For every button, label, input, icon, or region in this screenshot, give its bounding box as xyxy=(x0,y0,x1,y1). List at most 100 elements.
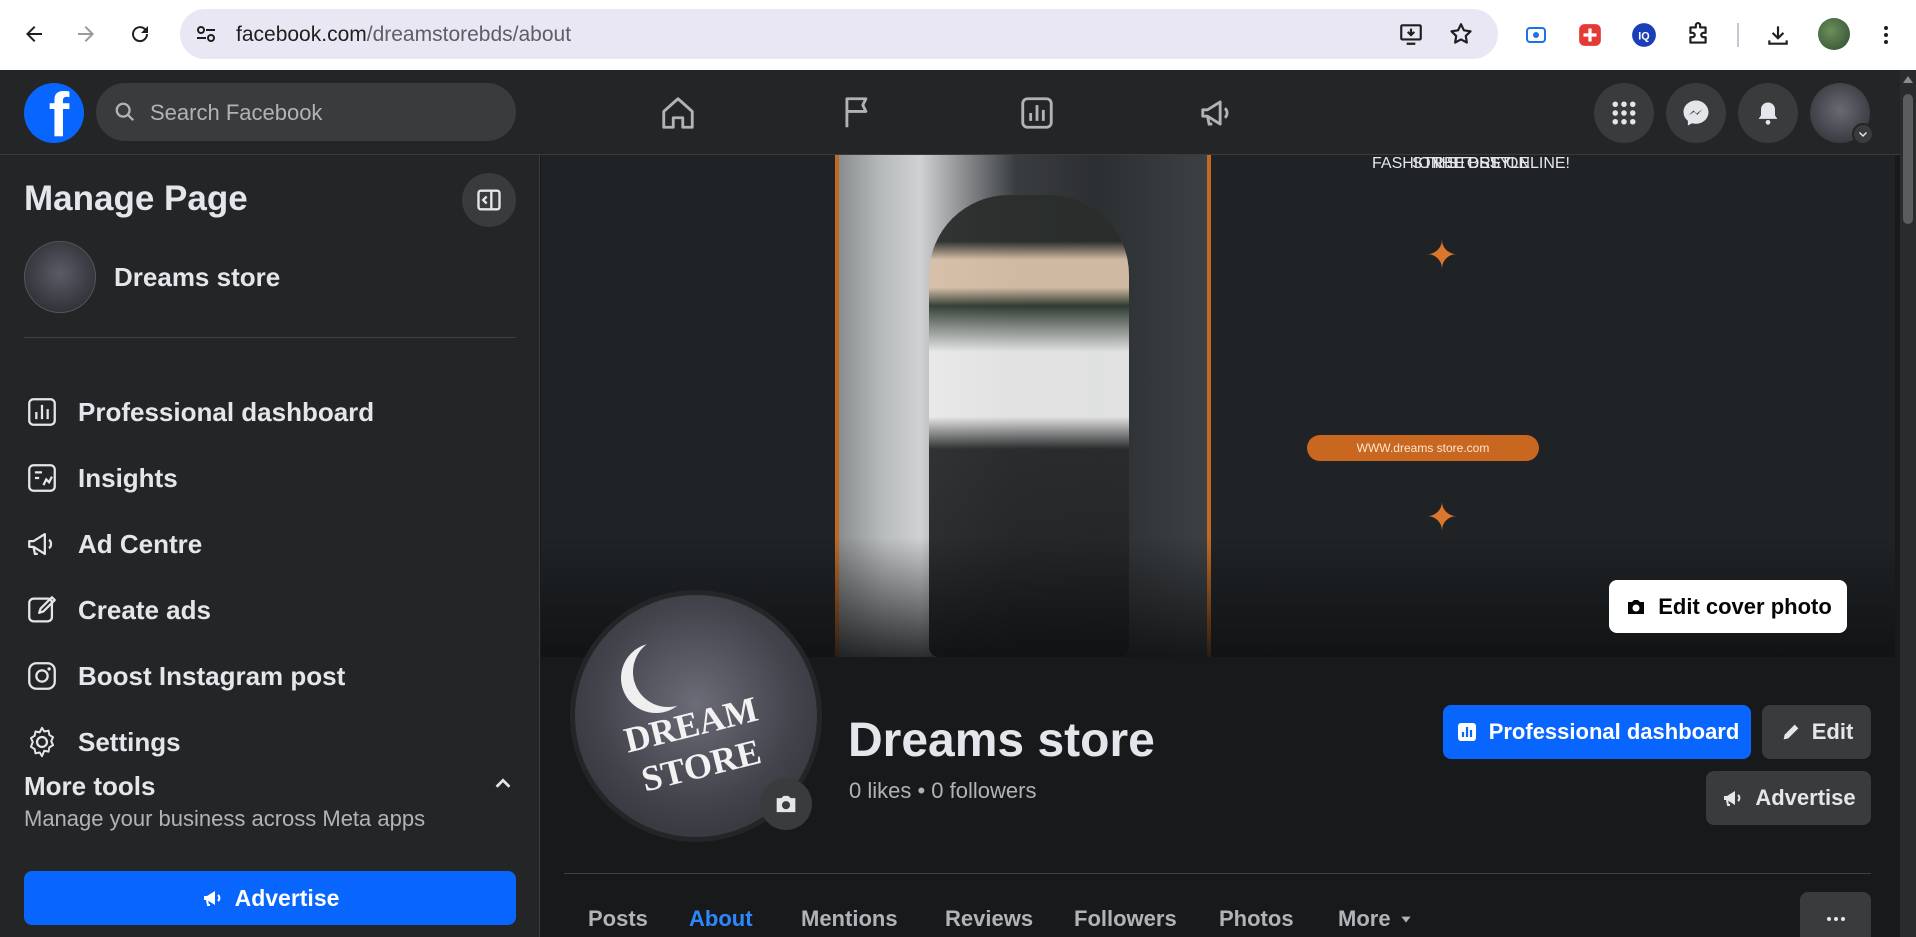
tab-more[interactable]: More xyxy=(1338,906,1413,932)
tab-followers[interactable]: Followers xyxy=(1074,906,1177,932)
reload-button[interactable] xyxy=(120,14,160,54)
edit-page-button[interactable]: Edit xyxy=(1762,705,1871,759)
sidebar-item-label: Professional dashboard xyxy=(78,396,375,427)
sidebar-item-label: Create ads xyxy=(78,594,211,625)
tab-more-label: More xyxy=(1338,906,1391,931)
tab-posts[interactable]: Posts xyxy=(588,906,648,932)
moon-logo-shape xyxy=(633,637,703,707)
bookmark-star-icon[interactable] xyxy=(1448,21,1474,47)
more-tools-subtitle: Manage your business across Meta apps xyxy=(24,806,426,831)
insights-chart-icon xyxy=(1021,97,1053,129)
search-facebook-input[interactable]: Search Facebook xyxy=(96,83,516,141)
ellipsis-icon xyxy=(1826,917,1845,921)
bell-icon xyxy=(1758,102,1778,125)
chevron-up-icon[interactable] xyxy=(492,773,514,800)
messenger-button[interactable] xyxy=(1666,83,1726,143)
sidebar-item-ad-centre[interactable]: Ad Centre xyxy=(24,515,516,573)
reload-icon xyxy=(132,26,149,43)
messenger-icon xyxy=(1683,100,1709,126)
scroll-up-arrow-icon[interactable] xyxy=(1903,76,1913,83)
address-bar[interactable]: facebook.com/dreamstorebds/about xyxy=(180,9,1498,59)
install-app-icon[interactable] xyxy=(1398,21,1424,47)
notifications-button[interactable] xyxy=(1738,83,1798,143)
facebook-logo-icon[interactable]: f xyxy=(24,83,84,143)
tab-reviews[interactable]: Reviews xyxy=(945,906,1033,932)
search-placeholder: Search Facebook xyxy=(150,100,323,125)
sidebar-item-label: Ad Centre xyxy=(78,528,203,559)
cover-website-pill: WWW.dreams store.com xyxy=(1307,435,1539,461)
megaphone-icon xyxy=(203,891,220,906)
browser-profile-avatar[interactable] xyxy=(1818,18,1850,50)
toolbar-divider xyxy=(1737,23,1739,47)
megaphone-icon xyxy=(1201,100,1229,126)
sidebar-advertise-button[interactable]: Advertise xyxy=(24,871,516,925)
update-profile-picture-button[interactable] xyxy=(760,778,812,830)
flag-icon xyxy=(845,97,868,128)
nav-dashboard-button[interactable] xyxy=(1012,90,1062,136)
nav-ads-button[interactable] xyxy=(1192,90,1242,136)
scrollbar-thumb[interactable] xyxy=(1903,94,1913,224)
manage-page-sidebar: Manage Page Dreams store Professional da… xyxy=(0,155,540,937)
gear-icon xyxy=(24,724,60,760)
megaphone-icon xyxy=(24,526,60,562)
instagram-icon xyxy=(24,658,60,694)
downloads-icon[interactable] xyxy=(1760,17,1796,53)
camera-icon xyxy=(1628,599,1645,614)
pencil-square-icon xyxy=(24,592,60,628)
page-likes-followers[interactable]: 0 likes • 0 followers xyxy=(849,778,1036,804)
sidebar-item-insights[interactable]: Insights xyxy=(24,449,516,507)
extension-iq-icon[interactable]: IQ xyxy=(1626,17,1662,53)
url-path: /dreamstorebds/about xyxy=(366,23,572,46)
edit-label: Edit xyxy=(1811,719,1854,744)
forward-button[interactable] xyxy=(66,14,106,54)
sidebar-item-boost-instagram-post[interactable]: Boost Instagram post xyxy=(24,647,516,705)
extensions-puzzle-icon[interactable] xyxy=(1680,17,1716,53)
collapse-sidebar-button[interactable] xyxy=(462,173,516,227)
sidebar-item-create-ads[interactable]: Create ads xyxy=(24,581,516,639)
sparkle-icon: ✦ xyxy=(1426,235,1458,277)
sidebar-title: Manage Page xyxy=(24,179,248,218)
camera-icon xyxy=(776,795,796,813)
sidebar-item-label: Insights xyxy=(78,462,178,493)
menu-button[interactable] xyxy=(1594,83,1654,143)
tab-mentions[interactable]: Mentions xyxy=(801,906,898,932)
advertise-label: Advertise xyxy=(1755,785,1856,810)
grid-menu-icon xyxy=(1612,101,1636,125)
nav-home-button[interactable] xyxy=(653,90,703,136)
svg-text:IQ: IQ xyxy=(1638,30,1649,42)
sidebar-item-label: Settings xyxy=(78,726,181,757)
browser-menu-icon[interactable] xyxy=(1868,17,1904,53)
account-avatar-button[interactable] xyxy=(1810,83,1874,145)
sidebar-item-label: Boost Instagram post xyxy=(78,660,346,691)
sidebar-item-professional-dashboard[interactable]: Professional dashboard xyxy=(24,383,516,441)
browser-toolbar: facebook.com/dreamstorebds/about IQ xyxy=(0,0,1916,70)
tab-photos[interactable]: Photos xyxy=(1219,906,1294,932)
page-scrollbar[interactable] xyxy=(1900,70,1916,937)
chevron-down-icon xyxy=(1852,123,1874,145)
page-title: Dreams store xyxy=(848,714,1155,767)
megaphone-icon xyxy=(1724,791,1741,806)
facebook-top-nav: f Search Facebook xyxy=(0,70,1900,155)
nav-pages-button[interactable] xyxy=(833,90,883,136)
back-arrow-icon xyxy=(26,26,42,42)
advertise-button[interactable]: Advertise xyxy=(1706,771,1871,825)
extension-red-icon[interactable] xyxy=(1572,17,1608,53)
sparkle-icon: ✦ xyxy=(1426,497,1458,539)
tab-about[interactable]: About xyxy=(689,906,753,932)
sidebar-advertise-label: Advertise xyxy=(234,884,340,911)
edit-cover-photo-button[interactable]: Edit cover photo xyxy=(1609,580,1847,633)
professional-dashboard-button[interactable]: Professional dashboard xyxy=(1443,705,1751,759)
sidebar-item-settings[interactable]: Settings xyxy=(24,713,516,771)
pencil-icon xyxy=(1783,724,1799,740)
back-button[interactable] xyxy=(14,14,54,54)
dashboard-icon xyxy=(24,394,60,430)
more-options-button[interactable] xyxy=(1800,892,1871,937)
caret-down-icon xyxy=(1400,916,1411,923)
site-settings-icon[interactable] xyxy=(194,22,218,46)
extension-screencast-icon[interactable] xyxy=(1518,17,1554,53)
sidebar-page-switcher[interactable]: Dreams store xyxy=(24,241,280,313)
insights-icon xyxy=(24,460,60,496)
tabs-divider xyxy=(564,873,1871,874)
home-icon xyxy=(662,97,694,129)
more-tools-heading[interactable]: More tools xyxy=(24,771,155,802)
